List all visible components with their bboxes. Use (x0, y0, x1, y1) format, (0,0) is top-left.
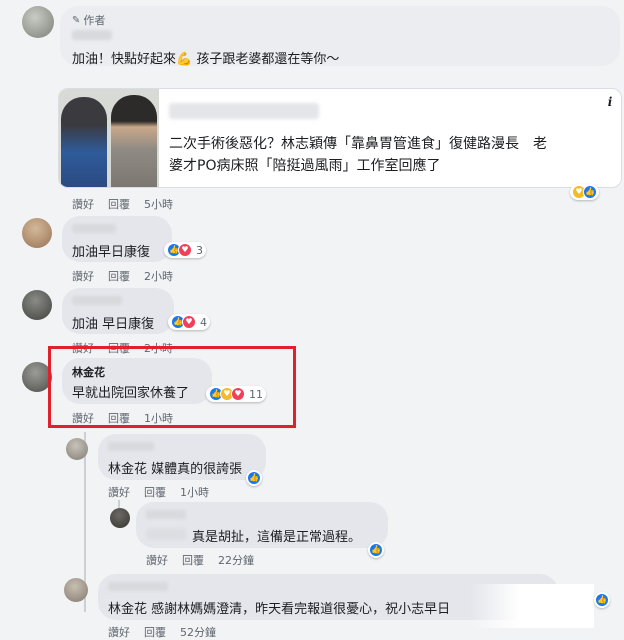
reaction-summary[interactable]: ♥ 👍 (570, 184, 599, 200)
reaction-summary[interactable]: 👍 ♥ 3 (164, 242, 206, 258)
reply-link[interactable]: 回覆 (108, 268, 130, 284)
reaction-summary[interactable]: 👍 ♥ 4 (168, 314, 210, 330)
like-reaction-icon: 👍 (583, 185, 597, 199)
link-source-blurred (169, 103, 319, 119)
reply-link[interactable]: 回覆 (144, 484, 166, 500)
avatar[interactable] (22, 6, 54, 38)
timestamp[interactable]: 5小時 (144, 196, 173, 212)
avatar[interactable] (22, 218, 52, 248)
timestamp[interactable]: 22分鐘 (218, 552, 254, 568)
like-link[interactable]: 讚好 (108, 484, 130, 500)
reaction-summary[interactable]: 👍 (368, 542, 384, 558)
thumbnail-person-left (61, 97, 107, 187)
pencil-icon: ✎ (72, 14, 81, 26)
timestamp[interactable]: 2小時 (144, 268, 173, 284)
reply-link[interactable]: 回覆 (108, 196, 130, 212)
link-headline-line2: 婆才PO病床照「陪挺過風雨」工作室回應了 (169, 158, 441, 174)
author-name-blurred (146, 510, 186, 519)
love-reaction-icon: ♥ (182, 315, 196, 329)
author-name-blurred (108, 582, 168, 591)
timestamp[interactable]: 52分鐘 (180, 624, 216, 640)
link-headline-line1: 二次手術後惡化？林志穎傳「靠鼻胃管進食」復健路漫長 老 (169, 136, 547, 152)
reply-text: 真是胡扯，這備是正常過程。 (192, 530, 362, 545)
comment-text: 加油早日康復 (72, 245, 151, 260)
author-badge-label: 作者 (83, 14, 106, 27)
like-reaction-icon: 👍 (369, 543, 383, 557)
reply-link[interactable]: 回覆 (182, 552, 204, 568)
like-link[interactable]: 讚好 (72, 268, 94, 284)
author-name-blurred (72, 30, 112, 40)
comment-actions: 讚好 回覆 5小時 (72, 196, 187, 212)
link-preview-thumbnail (59, 89, 159, 187)
reply-text: 林金花 感謝林媽媽澄清，昨天看完報道很憂心，祝小志早日 (108, 602, 451, 617)
love-reaction-icon: ♥ (178, 243, 192, 257)
reaction-summary[interactable]: 👍 (246, 470, 262, 486)
like-reaction-icon: 👍 (595, 593, 609, 607)
reply-link[interactable]: 回覆 (144, 624, 166, 640)
avatar[interactable] (22, 290, 52, 320)
info-icon[interactable]: i (603, 95, 617, 109)
author-badge: ✎ 作者 (72, 12, 105, 28)
author-name-blurred (72, 296, 122, 305)
avatar[interactable] (64, 578, 88, 602)
author-name-blurred (108, 442, 154, 451)
reply-text: 林金花 媒體真的很誇張 (108, 462, 243, 477)
like-link[interactable]: 讚好 (72, 196, 94, 212)
reaction-count: 3 (196, 243, 203, 257)
reply-actions: 讚好 回覆 22分鐘 (146, 552, 268, 568)
reply-text-prefix-blurred (146, 528, 186, 540)
link-headline: 二次手術後惡化？林志穎傳「靠鼻胃管進食」復健路漫長 老 婆才PO病床照「陪挺過風… (169, 133, 547, 177)
comment-text: 加油 早日康復 (72, 317, 155, 332)
reaction-count: 4 (200, 315, 207, 329)
reply-actions: 讚好 回覆 52分鐘 (108, 624, 230, 640)
text-overflow-blur (470, 584, 594, 628)
author-name-blurred (72, 224, 116, 233)
like-link[interactable]: 讚好 (108, 624, 130, 640)
link-preview-card[interactable]: i 二次手術後惡化？林志穎傳「靠鼻胃管進食」復健路漫長 老 婆才PO病床照「陪挺… (58, 88, 622, 188)
like-link[interactable]: 讚好 (146, 552, 168, 568)
reply-actions: 讚好 回覆 1小時 (108, 484, 223, 500)
timestamp[interactable]: 1小時 (180, 484, 209, 500)
like-reaction-icon: 👍 (247, 471, 261, 485)
avatar[interactable] (110, 508, 130, 528)
thumbnail-person-right (111, 95, 157, 187)
avatar[interactable] (66, 438, 88, 460)
comment-actions: 讚好 回覆 2小時 (72, 268, 187, 284)
reaction-summary[interactable]: 👍 (594, 592, 610, 608)
comment-text: 加油！快點好起來💪 孩子跟老婆都還在等你～ (72, 52, 340, 67)
highlight-box (48, 346, 296, 428)
